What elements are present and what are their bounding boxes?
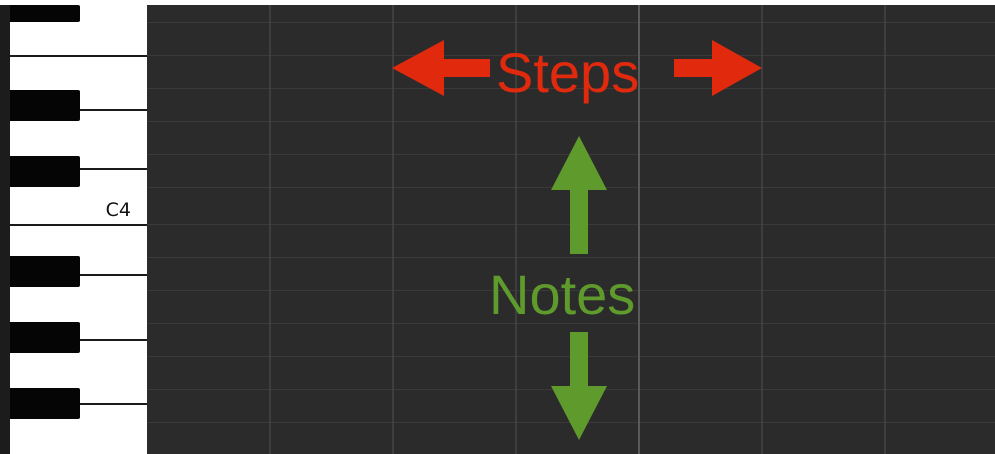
black-key[interactable] — [10, 90, 80, 121]
notes-up-arrow — [551, 136, 607, 254]
piano-keyboard: C4 — [0, 5, 147, 454]
piano-roll-editor: C4 Steps Notes — [0, 0, 995, 454]
key-divider — [10, 55, 147, 57]
keyboard-edge — [0, 5, 10, 454]
steps-left-arrow — [392, 40, 490, 96]
black-key[interactable] — [10, 256, 80, 287]
notes-annotation: Notes — [489, 263, 636, 326]
steps-right-arrow — [674, 40, 762, 96]
black-key[interactable] — [10, 388, 80, 419]
black-key[interactable] — [10, 322, 80, 353]
black-key[interactable] — [10, 5, 80, 22]
c4-key-label: C4 — [105, 199, 131, 221]
steps-annotation: Steps — [496, 41, 640, 104]
key-divider — [10, 224, 147, 226]
black-key[interactable] — [10, 156, 80, 187]
notes-down-arrow — [551, 332, 607, 440]
